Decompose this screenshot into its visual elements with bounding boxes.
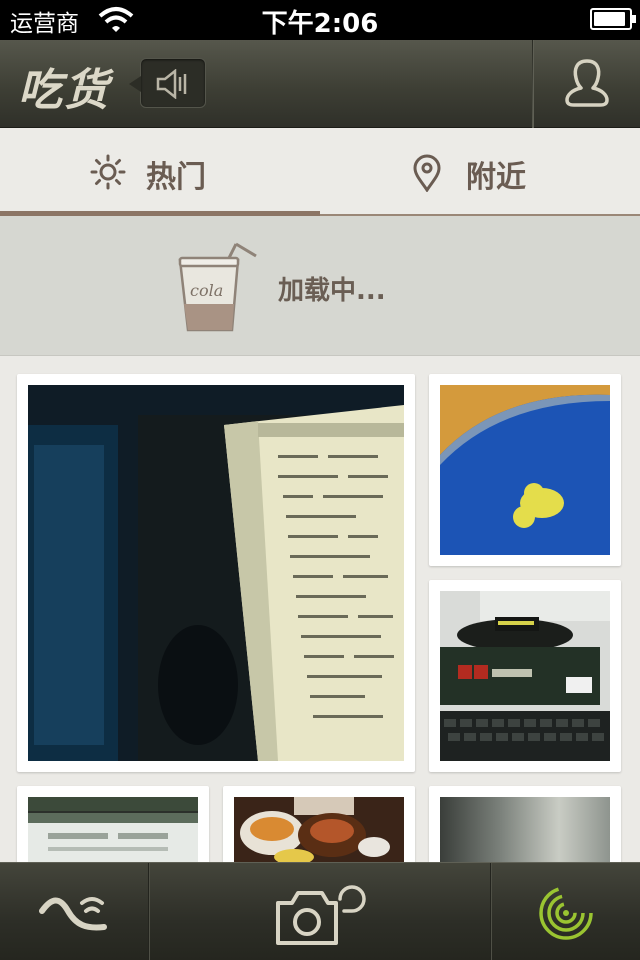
photo-card[interactable] <box>429 374 621 566</box>
photo-card[interactable] <box>429 580 621 772</box>
clock: 下午2:06 <box>261 9 379 39</box>
photo-food <box>234 797 404 862</box>
cola-cup-icon: cola <box>178 242 257 332</box>
battery-fill <box>594 12 625 26</box>
feed-button[interactable] <box>0 863 148 960</box>
camera-button[interactable] <box>150 863 490 960</box>
profile-button[interactable] <box>534 40 640 128</box>
user-icon <box>565 59 609 107</box>
pull-to-refresh-area: cola 加载中... <box>0 216 640 356</box>
cup-label: cola <box>190 281 223 300</box>
location-pin-icon <box>413 154 441 192</box>
sun-icon <box>90 154 126 190</box>
tab-hot[interactable]: 热门 <box>0 128 320 216</box>
photo-monitor-box <box>440 591 610 761</box>
sound-toggle-button[interactable] <box>129 58 206 108</box>
speaker-muted-icon <box>156 69 187 99</box>
tab-nearby[interactable]: 附近 <box>320 128 640 214</box>
photo-card[interactable] <box>17 786 209 862</box>
radar-icon <box>539 886 593 940</box>
status-bar: 运营商 下午2:06 <box>0 0 640 40</box>
bottom-toolbar <box>0 862 640 960</box>
photo-card[interactable] <box>223 786 415 862</box>
navbar: 吃货 <box>0 40 640 128</box>
app-logo: 吃货 <box>18 65 110 116</box>
tab-nearby-label: 附近 <box>466 160 526 195</box>
photo-office <box>28 797 198 862</box>
photo-blue-sticker <box>440 385 610 555</box>
photo-grid <box>0 356 640 862</box>
loading-label: 加载中... <box>278 276 386 306</box>
tab-hot-label: 热门 <box>146 160 206 195</box>
photo-monitor <box>28 385 404 761</box>
photo-card[interactable] <box>429 786 621 862</box>
radar-button[interactable] <box>492 863 640 960</box>
battery-icon <box>590 8 636 30</box>
photo-card[interactable] <box>17 374 415 772</box>
photo-blurry <box>440 797 610 862</box>
camera-icon <box>276 885 366 945</box>
tab-bar: 热门 附近 <box>0 128 640 216</box>
wave-signal-icon <box>39 897 107 931</box>
